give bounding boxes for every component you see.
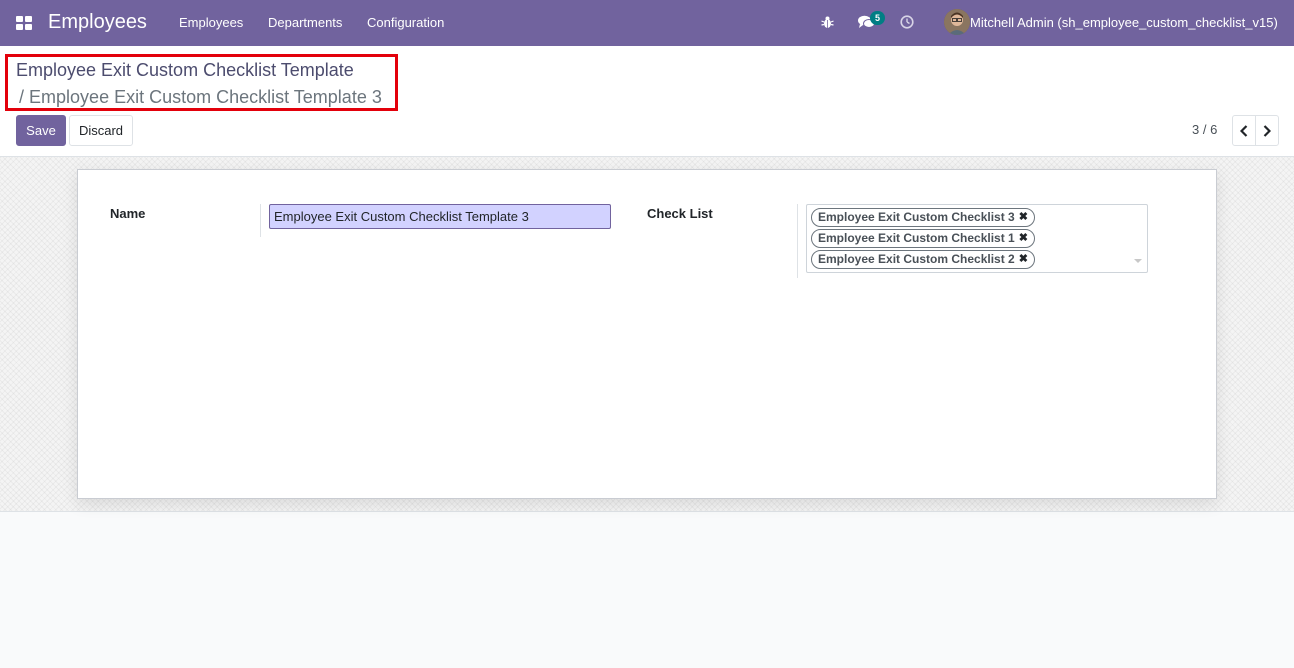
chevron-right-icon [1263,124,1271,137]
breadcrumb-separator: / [19,87,25,107]
breadcrumb-current-label: Employee Exit Custom Checklist Template … [29,87,382,107]
messages-badge: 5 [870,11,886,25]
menu-employees[interactable]: Employees [179,15,243,30]
checklist-many2many-field[interactable]: Employee Exit Custom Checklist 3 ✖ Emplo… [806,204,1148,273]
checklist-tag-label: Employee Exit Custom Checklist 2 [818,252,1015,266]
apps-grid-icon[interactable] [16,16,32,30]
app-title[interactable]: Employees [48,11,147,34]
dropdown-caret-icon[interactable] [1134,259,1142,263]
bug-icon[interactable] [821,15,834,29]
remove-tag-icon[interactable]: ✖ [1019,209,1028,226]
control-panel: Employee Exit Custom Checklist Template … [0,46,1294,157]
pager-previous-button[interactable] [1232,115,1256,146]
name-label: Name [110,206,146,221]
breadcrumb-current: / Employee Exit Custom Checklist Templat… [19,87,382,108]
checklist-tag: Employee Exit Custom Checklist 2 ✖ [811,250,1035,269]
checklist-tag: Employee Exit Custom Checklist 1 ✖ [811,229,1035,248]
save-button[interactable]: Save [16,115,66,146]
breadcrumb-parent-link[interactable]: Employee Exit Custom Checklist Template [16,60,354,81]
menu-departments[interactable]: Departments [268,15,342,30]
menu-configuration[interactable]: Configuration [367,15,444,30]
checklist-tag: Employee Exit Custom Checklist 3 ✖ [811,208,1035,227]
discard-button[interactable]: Discard [69,115,133,146]
chevron-left-icon [1240,124,1248,137]
name-field-divider [260,204,261,237]
clock-icon[interactable] [900,15,914,29]
remove-tag-icon[interactable]: ✖ [1019,251,1028,268]
pager-value[interactable]: 3 / 6 [1192,122,1217,137]
checklist-tag-label: Employee Exit Custom Checklist 1 [818,231,1015,245]
checklist-tag-label: Employee Exit Custom Checklist 3 [818,210,1015,224]
top-navbar: Employees Employees Departments Configur… [0,0,1294,46]
checklist-label: Check List [647,206,713,221]
checklist-field-divider [797,204,798,278]
user-menu[interactable]: Mitchell Admin (sh_employee_custom_check… [970,15,1278,30]
user-avatar[interactable] [944,9,970,35]
name-input[interactable] [269,204,611,229]
pager-next-button[interactable] [1255,115,1279,146]
remove-tag-icon[interactable]: ✖ [1019,230,1028,247]
